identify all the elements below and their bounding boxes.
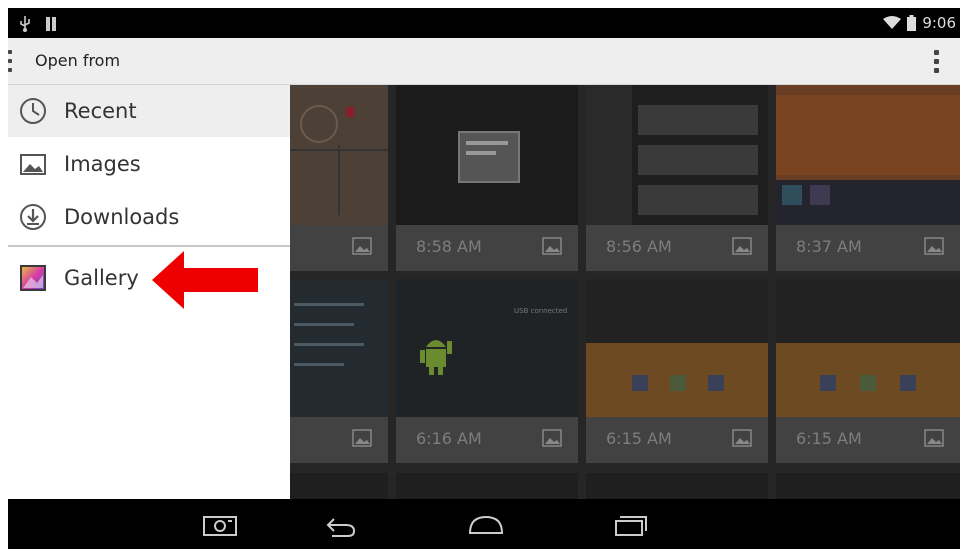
status-time: 9:06 bbox=[922, 14, 956, 32]
file-time: 8:58 AM bbox=[416, 237, 482, 256]
status-right: 9:06 bbox=[883, 14, 956, 32]
file-time: 6:15 AM bbox=[796, 429, 862, 448]
file-time: 6:16 AM bbox=[416, 429, 482, 448]
status-bar: 9:06 bbox=[8, 8, 960, 38]
camera-icon[interactable] bbox=[198, 509, 242, 541]
clock-icon bbox=[20, 98, 46, 124]
file-tile[interactable] bbox=[586, 473, 768, 499]
android-robot-icon bbox=[420, 340, 452, 375]
file-time: 6:15 AM bbox=[606, 429, 672, 448]
file-tile[interactable]: 6:15 AM bbox=[776, 279, 960, 463]
recent-files-grid: 8:58 AM 8:56 AM 8:37 AM USB connected 6:… bbox=[290, 85, 960, 499]
status-left-icons bbox=[18, 13, 57, 33]
drawer-indicator-icon[interactable] bbox=[8, 50, 12, 72]
file-tile[interactable]: 6:15 AM bbox=[586, 279, 768, 463]
file-time: 8:37 AM bbox=[796, 237, 862, 256]
home-icon[interactable] bbox=[464, 509, 508, 541]
image-icon bbox=[732, 429, 752, 447]
drawer-item-label: Images bbox=[64, 152, 141, 176]
overflow-menu-icon[interactable] bbox=[926, 48, 946, 76]
drawer-item-label: Downloads bbox=[64, 205, 180, 229]
drawer-item-recent[interactable]: Recent bbox=[8, 85, 290, 137]
image-icon bbox=[542, 237, 562, 255]
image-icon bbox=[542, 429, 562, 447]
drawer-item-label: Recent bbox=[64, 99, 137, 123]
drawer-item-label: Gallery bbox=[64, 266, 139, 290]
image-icon bbox=[20, 154, 46, 175]
image-icon bbox=[352, 237, 372, 255]
action-bar: Open from bbox=[8, 38, 960, 85]
file-tile[interactable]: 8:58 AM bbox=[396, 85, 578, 271]
toast-usb-connected: USB connected bbox=[514, 307, 568, 315]
page-title: Open from bbox=[35, 51, 121, 70]
image-icon bbox=[924, 429, 944, 447]
drawer-item-downloads[interactable]: Downloads bbox=[8, 191, 290, 243]
file-tile[interactable] bbox=[776, 473, 960, 499]
red-arrow-annotation bbox=[152, 251, 258, 309]
image-icon bbox=[732, 237, 752, 255]
recents-icon[interactable] bbox=[608, 509, 652, 541]
wifi-icon bbox=[883, 16, 902, 29]
file-tile[interactable]: 8:37 AM bbox=[776, 85, 960, 271]
drawer-item-images[interactable]: Images bbox=[8, 138, 290, 190]
file-tile[interactable] bbox=[290, 279, 388, 463]
file-tile[interactable] bbox=[290, 85, 388, 271]
image-icon bbox=[924, 237, 944, 255]
system-nav-bar bbox=[8, 499, 960, 549]
notification-icon bbox=[46, 16, 57, 31]
image-icon bbox=[352, 429, 372, 447]
battery-icon bbox=[907, 15, 917, 31]
file-tile[interactable] bbox=[290, 473, 388, 499]
file-tile[interactable]: 8:56 AM bbox=[586, 85, 768, 271]
back-icon[interactable] bbox=[318, 509, 362, 541]
file-tile[interactable] bbox=[396, 473, 578, 499]
gallery-icon bbox=[20, 265, 46, 291]
usb-icon bbox=[20, 15, 30, 32]
drawer-divider bbox=[8, 245, 290, 247]
download-icon bbox=[20, 204, 46, 230]
file-time: 8:56 AM bbox=[606, 237, 672, 256]
file-tile[interactable]: USB connected 6:16 AM bbox=[396, 279, 578, 463]
